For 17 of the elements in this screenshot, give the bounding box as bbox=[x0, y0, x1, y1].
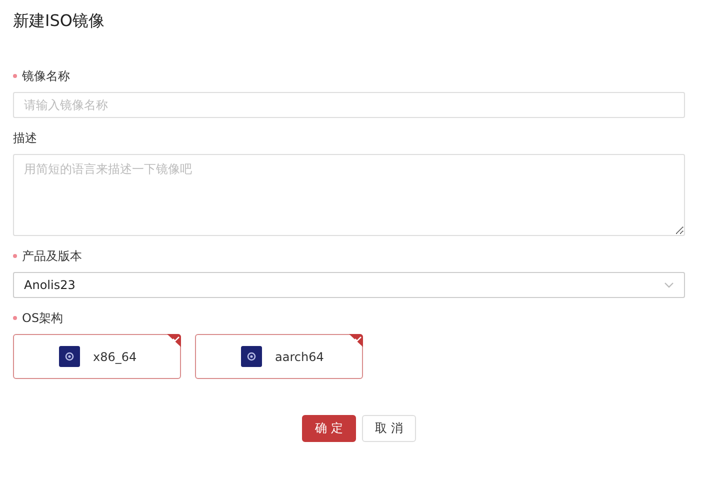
page-title: 新建ISO镜像 bbox=[13, 10, 106, 32]
arch-option-card[interactable]: x86_64 bbox=[13, 334, 181, 379]
chip-icon bbox=[241, 346, 262, 367]
chip-icon bbox=[59, 346, 80, 367]
check-icon bbox=[167, 334, 181, 347]
check-icon bbox=[349, 334, 363, 347]
field-label: OS架构 bbox=[22, 310, 64, 326]
input-field[interactable]: 请输入镜像名称 bbox=[13, 92, 685, 118]
select-field[interactable]: Anolis23 bbox=[13, 272, 685, 298]
cancel-button[interactable]: 取 消 bbox=[362, 415, 416, 442]
confirm-button[interactable]: 确 定 bbox=[302, 415, 356, 442]
field-label: 产品及版本 bbox=[22, 248, 82, 264]
text-area[interactable]: 用简短的语言来描述一下镜像吧 bbox=[13, 154, 685, 236]
field-label: 镜像名称 bbox=[22, 68, 70, 84]
arch-option-card[interactable]: aarch64 bbox=[195, 334, 363, 379]
field-label: 描述 bbox=[13, 130, 37, 146]
chevron-icon bbox=[664, 282, 674, 288]
